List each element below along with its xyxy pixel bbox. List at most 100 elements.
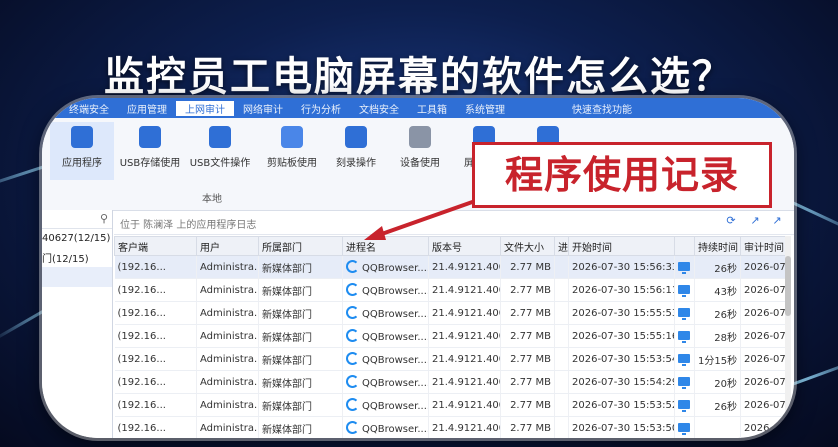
column-header[interactable]: 开始时间	[568, 236, 675, 256]
table-cell	[554, 255, 569, 279]
tree-item[interactable]: 40627(12/15)	[42, 229, 112, 246]
qqbrowser-icon	[346, 306, 359, 319]
column-header[interactable]: 所属部门	[258, 236, 343, 256]
table-scrollbar[interactable]	[785, 236, 791, 436]
tool-button[interactable]: 应用程序	[50, 122, 114, 180]
column-header[interactable]: 持续时间	[694, 236, 741, 256]
table-cell: 21.4.9121.400	[428, 393, 501, 417]
screen-view-cell	[674, 393, 695, 417]
screen-view-cell	[674, 255, 695, 279]
table-cell: (192.16...	[114, 255, 197, 279]
path-text: 位于 陈澜泽 上的应用程序日志	[120, 220, 257, 231]
tree-search-box[interactable]: ⚲	[42, 210, 112, 229]
table-cell: 21.4.9121.400	[428, 370, 501, 394]
table-cell: 26秒	[694, 301, 741, 325]
table-cell: 43秒	[694, 278, 741, 302]
menu-item[interactable]: 工具箱	[408, 101, 456, 116]
screen-view-cell	[674, 301, 695, 325]
menu-item[interactable]: 文档安全	[350, 101, 408, 116]
table-cell: 新媒体部门	[258, 278, 343, 302]
process-cell: QQBrowser....	[342, 324, 429, 348]
refresh-icon[interactable]: ⟳	[724, 214, 738, 228]
tool-button[interactable]: 刻录操作	[324, 126, 388, 169]
table-row[interactable]: (192.16... Administra... 新媒体部门 QQBrowser...…	[114, 324, 789, 348]
share-icon[interactable]: ↗	[770, 214, 784, 228]
table-row[interactable]: (192.16... Administra... 新媒体部门 QQBrowser...…	[114, 301, 789, 325]
table-cell: 20秒	[694, 370, 741, 394]
screen-view-cell	[674, 324, 695, 348]
table-cell: (192.16...	[114, 347, 197, 371]
monitor-icon[interactable]	[678, 422, 690, 435]
table-row[interactable]: (192.16... Administra... 新媒体部门 QQBrowser...…	[114, 347, 789, 371]
table-row[interactable]: (192.16... Administra... 新媒体部门 QQBrowser...…	[114, 255, 789, 279]
menu-bar: 终端管理终端安全应用管理上网审计网络审计行为分析文档安全工具箱系统管理 快速查找功…	[42, 98, 794, 118]
tool-button[interactable]: USB存储使用	[118, 126, 182, 169]
tool-label: 剪贴板使用	[267, 158, 317, 169]
table-cell: 2026-07-30 15:53:54	[568, 347, 675, 371]
feature-search-input[interactable]: 快速查找功能	[572, 101, 742, 116]
table-cell: 21.4.9121.400	[428, 278, 501, 302]
process-name: QQBrowser....	[362, 263, 429, 274]
callout-label: 程序使用记录	[472, 142, 772, 208]
process-cell: QQBrowser....	[342, 416, 429, 438]
table-cell: 新媒体部门	[258, 347, 343, 371]
menu-item[interactable]: 终端安全	[60, 101, 118, 116]
table-cell: 2026-07	[740, 393, 789, 417]
column-header[interactable]: 进	[554, 236, 569, 256]
menu-item[interactable]: 行为分析	[292, 101, 350, 116]
monitor-icon[interactable]	[678, 399, 690, 412]
table-cell: 21.4.9121.400	[428, 347, 501, 371]
table-row[interactable]: (192.16... Administra... 新媒体部门 QQBrowser...…	[114, 393, 789, 417]
screen-view-cell	[674, 347, 695, 371]
process-name: QQBrowser....	[362, 355, 429, 366]
headline-title: 监控员工电脑屏幕的软件怎么选？	[104, 54, 734, 100]
red-arrow	[364, 198, 479, 240]
monitor-icon[interactable]	[678, 353, 690, 366]
table-cell: 2026-07-30 15:54:29	[568, 370, 675, 394]
table-cell: Administra...	[196, 393, 259, 417]
table-cell: 2026-07	[740, 370, 789, 394]
monitor-icon[interactable]	[678, 261, 690, 274]
menu-item[interactable]: 上网审计	[176, 100, 234, 116]
table-cell: Administra...	[196, 301, 259, 325]
table-cell	[554, 416, 569, 438]
column-header[interactable]: 用户	[196, 236, 259, 256]
table-cell: 21.4.9121.400	[428, 301, 501, 325]
table-cell: 2026-07-30 15:55:16	[568, 324, 675, 348]
tool-button[interactable]: 剪贴板使用	[260, 126, 324, 169]
table-cell: 1分15秒	[694, 347, 741, 371]
monitor-icon[interactable]	[678, 284, 690, 297]
tool-label: 应用程序	[62, 158, 102, 169]
monitor-icon[interactable]	[678, 307, 690, 320]
qqbrowser-icon	[346, 398, 359, 411]
scrollbar-thumb[interactable]	[785, 256, 791, 316]
table-row[interactable]: (192.16... Administra... 新媒体部门 QQBrowser...…	[114, 278, 789, 302]
tree-item[interactable]: 门(12/15)	[42, 246, 112, 267]
column-header[interactable]: 审计时间	[740, 236, 789, 256]
process-cell: QQBrowser....	[342, 278, 429, 302]
column-header[interactable]	[674, 236, 695, 256]
table-cell: Administra...	[196, 416, 259, 438]
monitor-icon[interactable]	[678, 330, 690, 343]
table-cell: 21.4.9121.400	[428, 255, 501, 279]
table-cell: 2.77 MB	[500, 255, 555, 279]
table-row[interactable]: (192.16... Administra... 新媒体部门 QQBrowser...…	[114, 370, 789, 394]
tree-item-selected[interactable]	[42, 267, 112, 287]
monitor-icon[interactable]	[678, 376, 690, 389]
tool-button[interactable]: USB文件操作	[188, 126, 252, 169]
client-tree-pane: ⚲ 40627(12/15) 门(12/15)	[42, 210, 113, 438]
table-cell: 2026-07	[740, 416, 789, 438]
menu-item[interactable]: 终端管理	[42, 101, 60, 116]
table-cell: 2026-07-30 15:53:50	[568, 416, 675, 438]
menu-item[interactable]: 系统管理	[456, 101, 514, 116]
column-header[interactable]: 文件大小	[500, 236, 555, 256]
menu-item[interactable]: 网络审计	[234, 101, 292, 116]
column-header[interactable]: 客户端	[114, 236, 197, 256]
tool-button[interactable]: 设备使用	[388, 126, 452, 169]
export-icon[interactable]: ↗	[748, 214, 762, 228]
table-row[interactable]: (192.16... Administra... 新媒体部门 QQBrowser...…	[114, 416, 789, 438]
table-cell: 新媒体部门	[258, 255, 343, 279]
menu-item[interactable]: 应用管理	[118, 101, 176, 116]
search-icon[interactable]: ⚲	[100, 212, 108, 225]
table-cell: 2.77 MB	[500, 370, 555, 394]
